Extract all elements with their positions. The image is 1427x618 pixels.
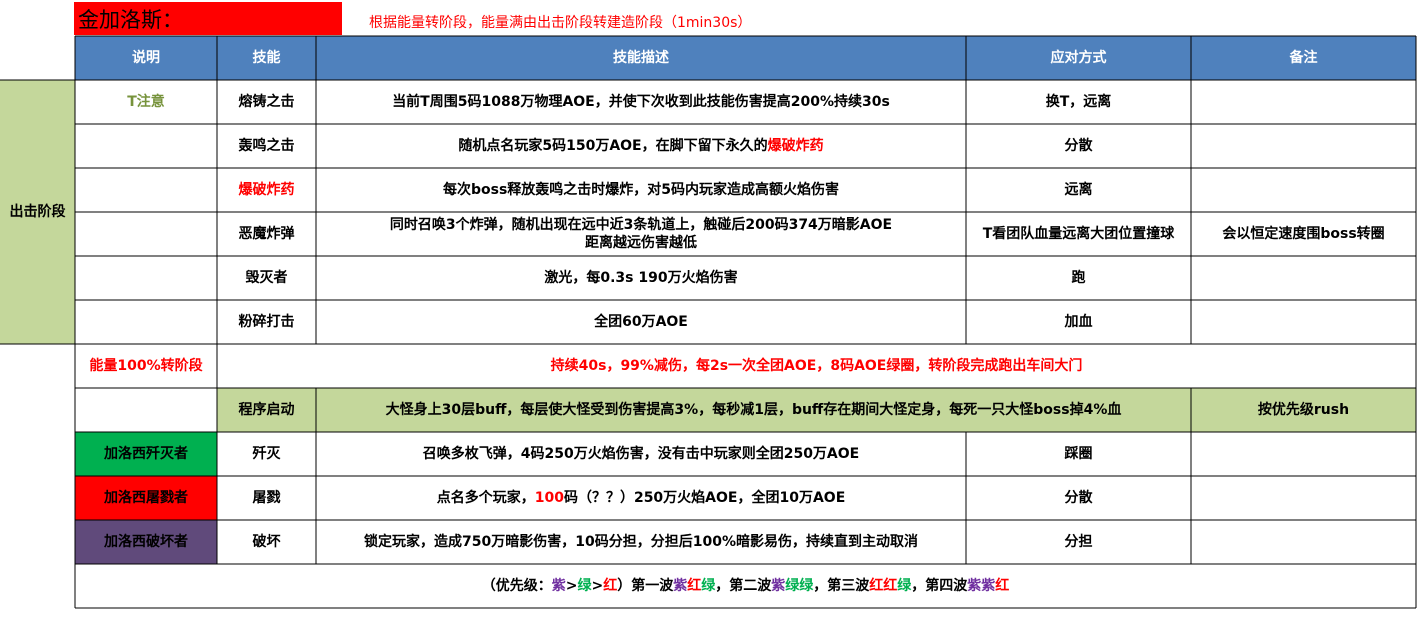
row-skill: 毁灭者 [245,270,288,286]
add-description: 点名多个玩家， 100 码（？？）250万火焰AOE，全团10万AOE [316,476,966,520]
text: > [591,578,604,594]
row-skill: 恶魔炸弹 [238,226,295,242]
text: 绿 [701,578,716,594]
program-skill: 程序启动 [238,402,295,418]
text: 红 [687,578,702,594]
program-description: 大怪身上30层buff，每层使大怪受到伤害提高3%，每秒减1层，buff存在期间… [385,402,1122,418]
desc-text: 码（？？）250万火焰AOE，全团10万AOE [563,490,846,506]
text: 红 [995,578,1010,594]
header-note: 说明 [75,36,217,80]
add-name: 加洛西屠戮者 [104,490,188,506]
row-response: 换T，远离 [1045,94,1112,110]
row-response: 加血 [1064,314,1093,330]
row-skill: 轰鸣之击 [238,138,295,154]
phase-note: 根据能量转阶段，能量满由出击阶段转建造阶段（1min30s） [369,15,752,31]
desc-line: 距离越远伤害越低 [585,235,697,251]
text: 紫 [771,578,786,594]
add-name: 加洛西破坏者 [104,534,188,550]
text: 红 [603,578,618,594]
text: 紫 [673,578,688,594]
header-description: 技能描述 [316,36,966,80]
row-skill: 粉碎打击 [238,314,295,330]
row-description: 每次boss释放轰鸣之击时爆炸，对5码内玩家造成高额火焰伤害 [442,182,840,198]
row-skill: 熔铸之击 [238,94,295,110]
row-description: 激光，每0.3s 190万火焰伤害 [544,270,738,286]
row-skill: 爆破炸药 [238,182,295,198]
text: 绿 [785,578,800,594]
text: ）第一波 [617,578,674,594]
header-response: 应对方式 [966,36,1191,80]
row-remark: 会以恒定速度围boss转圈 [1222,226,1385,242]
row-description: 当前T周围5码1088万物理AOE，并使下次收到此技能伤害提高200%持续30s [392,94,890,110]
desc-highlight: 100 [534,490,564,506]
text: 绿 [577,578,592,594]
row-response: T看团队血量远离大团位置撞球 [982,226,1175,242]
text: > [565,578,578,594]
row-response: 跑 [1071,270,1086,286]
add-skill: 破坏 [252,534,281,550]
row-response: 远离 [1064,182,1093,198]
add-name: 加洛西歼灭者 [104,446,188,462]
add-response: 踩圈 [1064,446,1093,462]
header-skill: 技能 [217,36,316,80]
text: ，第二波 [715,578,772,594]
desc-text: 随机点名玩家5码150万AOE，在脚下留下永久的 [458,138,768,154]
text: 红 [869,578,884,594]
header-remark: 备注 [1191,36,1416,80]
desc-line: 同时召唤3个炸弹，随机出现在远中近3条轨道上，触碰后200码374万暗影AOE [389,217,893,233]
row-description: 全团60万AOE [594,314,688,330]
text: 紫 [981,578,996,594]
add-response: 分担 [1064,534,1093,550]
text: ，第四波 [911,578,968,594]
text: 红 [883,578,898,594]
add-skill: 屠戮 [252,490,281,506]
add-description: 锁定玩家，造成750万暗影伤害，10码分担，分担后100%暗影易伤，持续直到主动… [364,534,918,550]
row-description: 随机点名玩家5码150万AOE，在脚下留下永久的 爆破炸药 [316,124,966,168]
text: 绿 [897,578,912,594]
add-skill: 歼灭 [252,446,281,462]
text: 紫 [551,578,566,594]
text: （优先级： [481,578,552,594]
program-response: 按优先级rush [1257,402,1350,418]
row-response: 分散 [1064,138,1093,154]
row-note: T注意 [127,94,165,110]
add-description: 召唤多枚飞弹，4码250万火焰伤害，没有击中玩家则全团250万AOE [422,446,860,462]
text: 紫 [967,578,982,594]
boss-title: 金加洛斯： [74,2,342,35]
text: ，第三波 [813,578,870,594]
add-response: 分散 [1064,490,1093,506]
desc-text: 点名多个玩家， [436,490,535,506]
energy-description: 持续40s，99%减伤，每2s一次全团AOE，8码AOE绿圈，转阶段完成跑出车间… [550,358,1083,374]
energy-label: 能量100%转阶段 [89,358,203,374]
row-description: 同时召唤3个炸弹，随机出现在远中近3条轨道上，触碰后200码374万暗影AOE … [316,212,966,256]
priority-text: （优先级：紫 > 绿 > 红）第一波紫红绿，第二波紫绿绿，第三波红红绿，第四波紫紫红 [75,564,1416,608]
phase-label: 出击阶段 [9,204,66,220]
text: 绿 [799,578,814,594]
desc-highlight: 爆破炸药 [767,138,824,154]
